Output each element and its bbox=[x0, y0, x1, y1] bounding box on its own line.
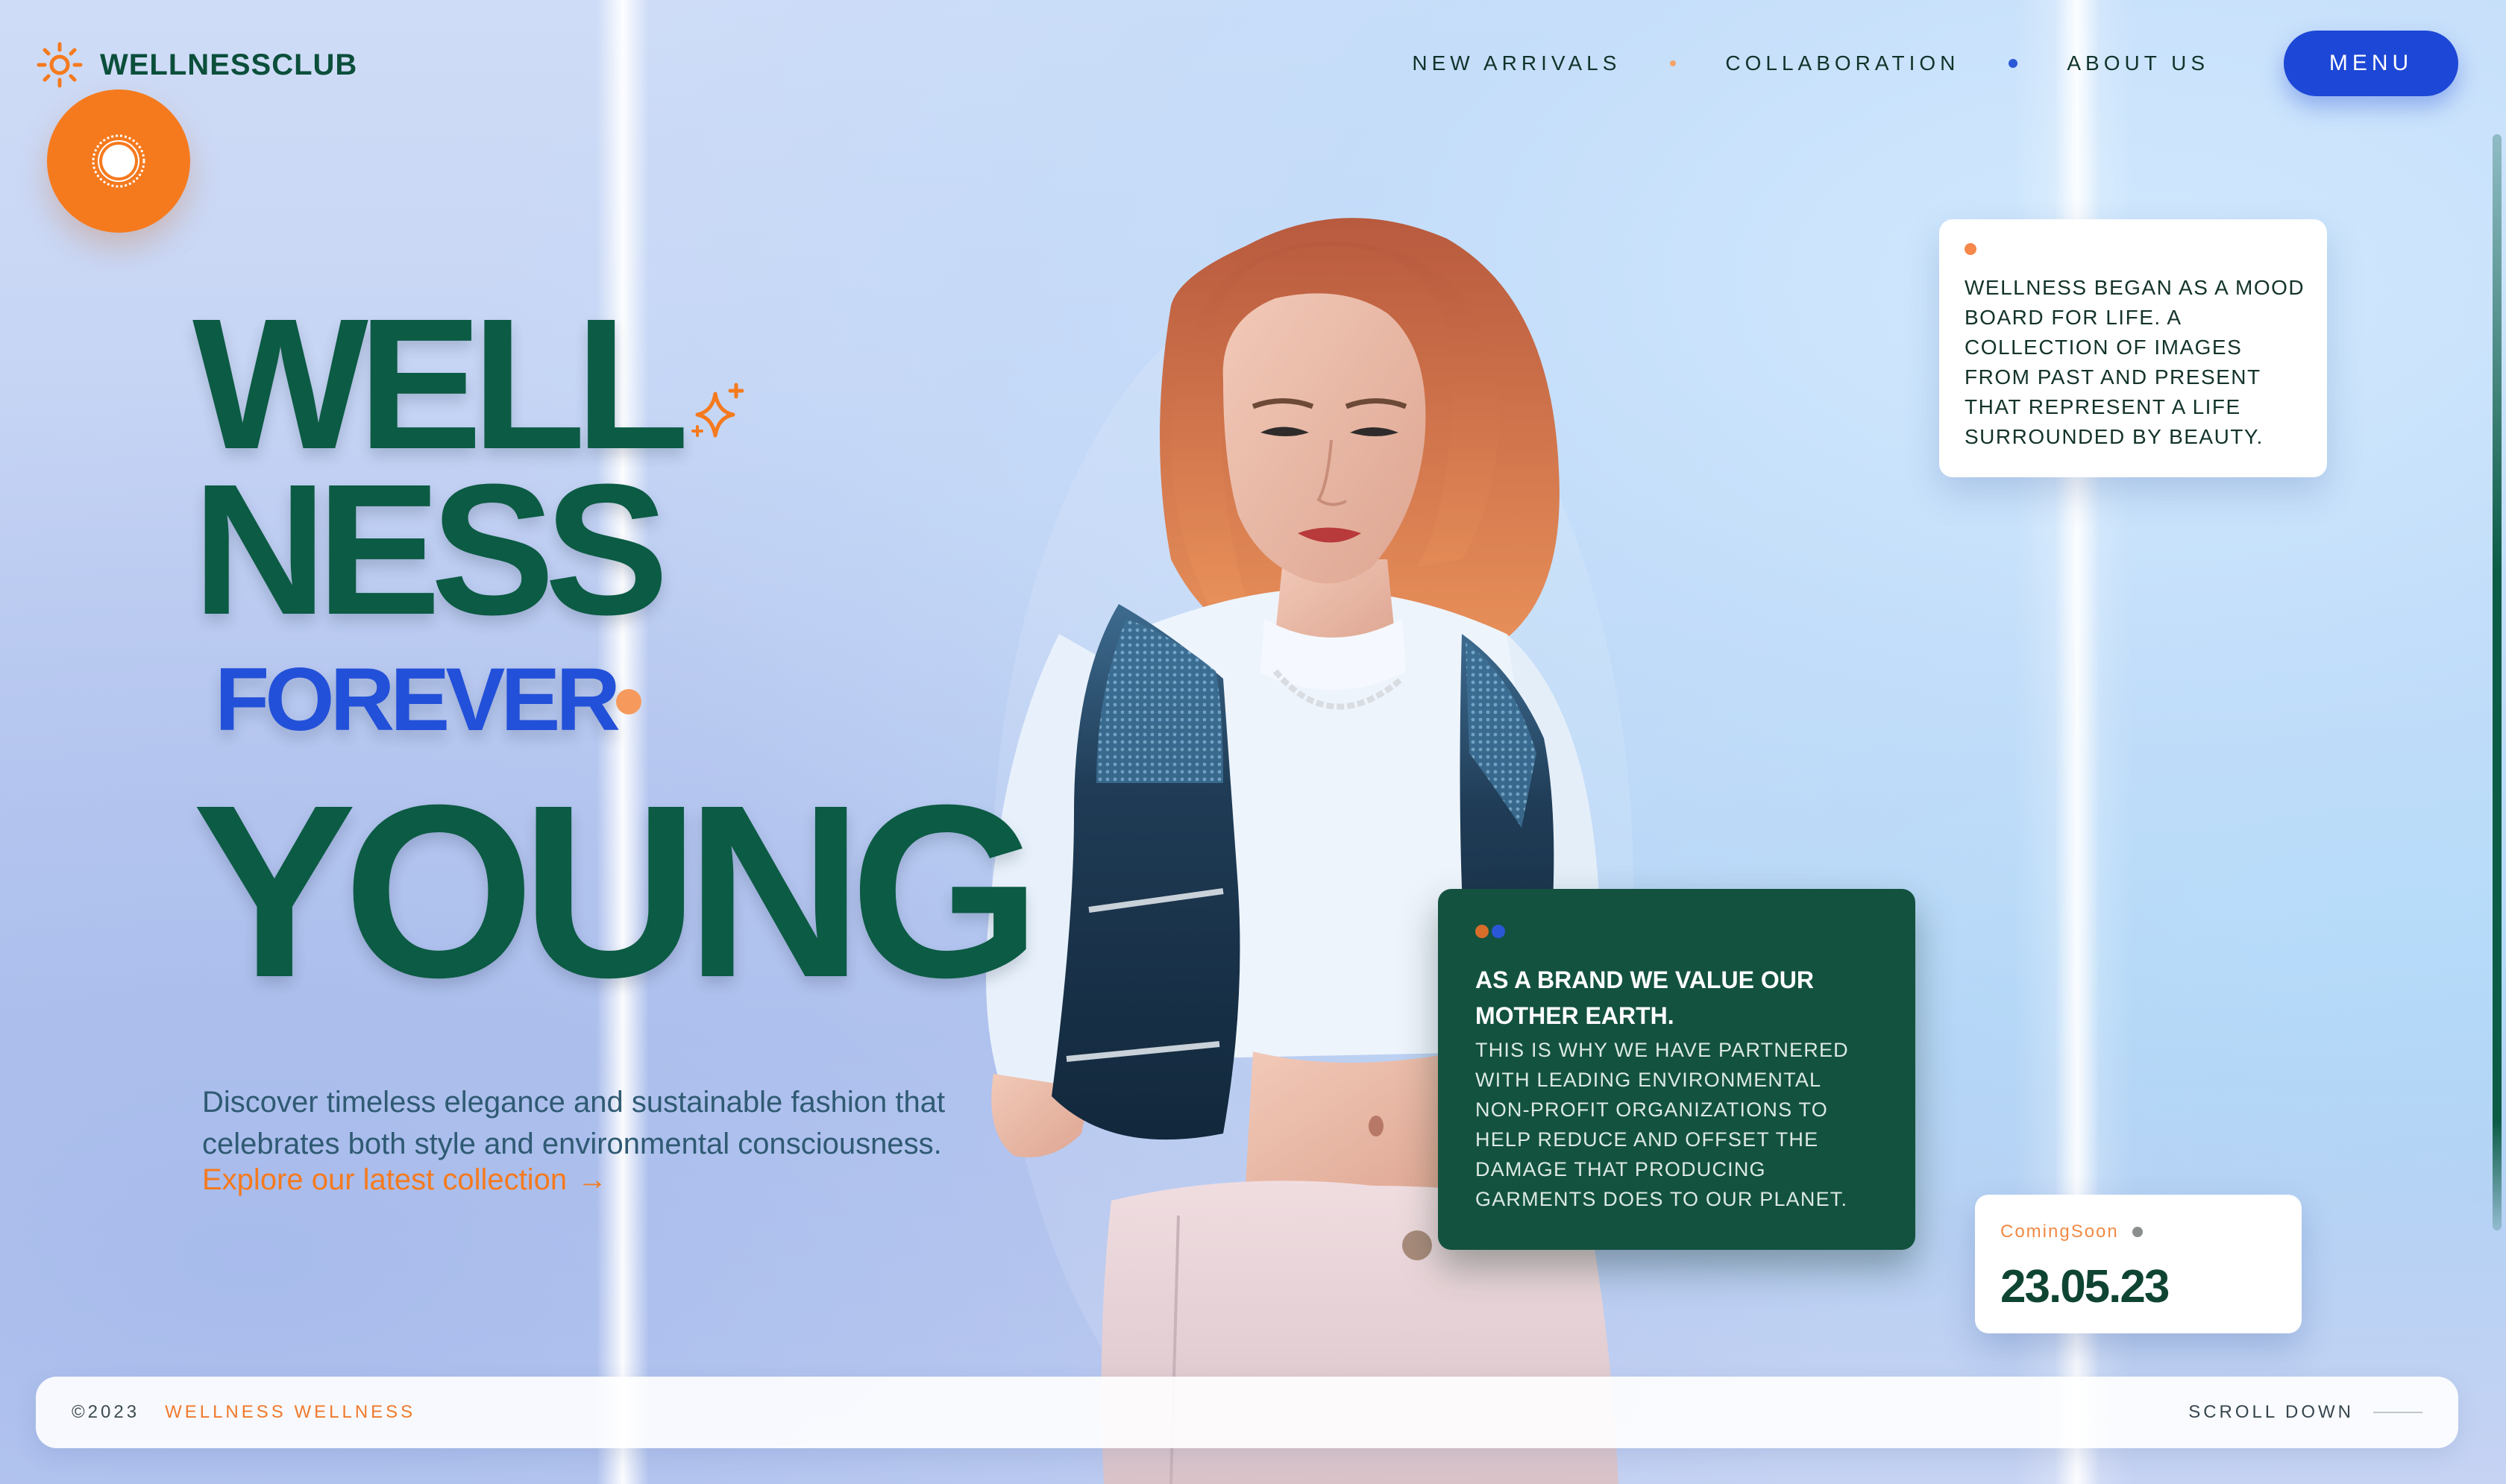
nav-separator-dot bbox=[1670, 60, 1677, 66]
earth-card-body: THIS IS WHY WE HAVE PARTNERED WITH LEADI… bbox=[1475, 1039, 1849, 1210]
scroll-line bbox=[2373, 1412, 2422, 1413]
coming-soon-label: ComingSoon bbox=[2000, 1222, 2119, 1242]
cta-label: Explore our latest collection bbox=[202, 1163, 568, 1196]
main-nav: NEW ARRIVALS COLLABORATION ABOUT US MENU bbox=[1412, 30, 2458, 97]
nav-collaboration[interactable]: COLLABORATION bbox=[1725, 51, 1959, 75]
sparkle-icon bbox=[691, 383, 744, 438]
mood-board-text: WELLNESS BEGAN AS A MOOD BOARD FOR LIFE.… bbox=[1965, 276, 2305, 448]
footer-bar: ©2023 WELLNESS WELLNESS SCROLL DOWN bbox=[36, 1377, 2458, 1448]
blue-dot bbox=[1492, 925, 1505, 938]
nav-about-us[interactable]: ABOUT US bbox=[2067, 51, 2209, 75]
status-dot bbox=[2132, 1227, 2143, 1237]
hero-intro: Discover timeless elegance and sustainab… bbox=[202, 1086, 946, 1160]
page: WELLNESSCLUB NEW ARRIVALS COLLABORATION … bbox=[0, 0, 2506, 1484]
model-photo bbox=[986, 218, 1633, 1484]
sun-icon bbox=[37, 42, 83, 88]
scroll-down-link[interactable]: SCROLL DOWN bbox=[2188, 1402, 2422, 1423]
accent-dot bbox=[616, 689, 641, 714]
sun-seal-badge bbox=[47, 89, 190, 233]
nav-separator-dot bbox=[2009, 59, 2018, 68]
sun-seal-icon bbox=[92, 134, 145, 188]
menu-button[interactable]: MENU bbox=[2284, 31, 2458, 96]
card-dots bbox=[1475, 925, 1505, 938]
orange-dot bbox=[1475, 925, 1489, 938]
arrow-right-icon: → bbox=[577, 1163, 608, 1196]
card-dot bbox=[1965, 243, 1976, 255]
nav-new-arrivals[interactable]: NEW ARRIVALS bbox=[1412, 51, 1621, 75]
mood-board-card: WELLNESS BEGAN AS A MOOD BOARD FOR LIFE.… bbox=[1939, 219, 2327, 477]
earth-card-title: AS A BRAND WE VALUE OUR MOTHER EARTH. bbox=[1475, 966, 1814, 1029]
launch-date: 23.05.23 bbox=[2000, 1261, 2170, 1312]
coming-soon-card: ComingSoon 23.05.23 bbox=[1975, 1195, 2302, 1333]
headline-forever: FOREVER bbox=[215, 650, 621, 749]
headline-young: YOUNG bbox=[192, 753, 1041, 1028]
explore-collection-link[interactable]: Explore our latest collection → bbox=[202, 1163, 607, 1197]
brand-name: WELLNESSCLUB bbox=[100, 48, 358, 81]
coming-soon-label-row: ComingSoon bbox=[2000, 1222, 2143, 1242]
brand-logo[interactable]: WELLNESSCLUB bbox=[36, 41, 357, 89]
scroll-indicator[interactable] bbox=[2493, 134, 2502, 1230]
scroll-down-label: SCROLL DOWN bbox=[2188, 1402, 2354, 1422]
copyright: ©2023 bbox=[72, 1402, 140, 1422]
footer-brand: WELLNESS WELLNESS bbox=[165, 1402, 416, 1422]
headline-ness: NESS bbox=[192, 445, 669, 653]
mother-earth-card: AS A BRAND WE VALUE OUR MOTHER EARTH. TH… bbox=[1438, 889, 1915, 1250]
